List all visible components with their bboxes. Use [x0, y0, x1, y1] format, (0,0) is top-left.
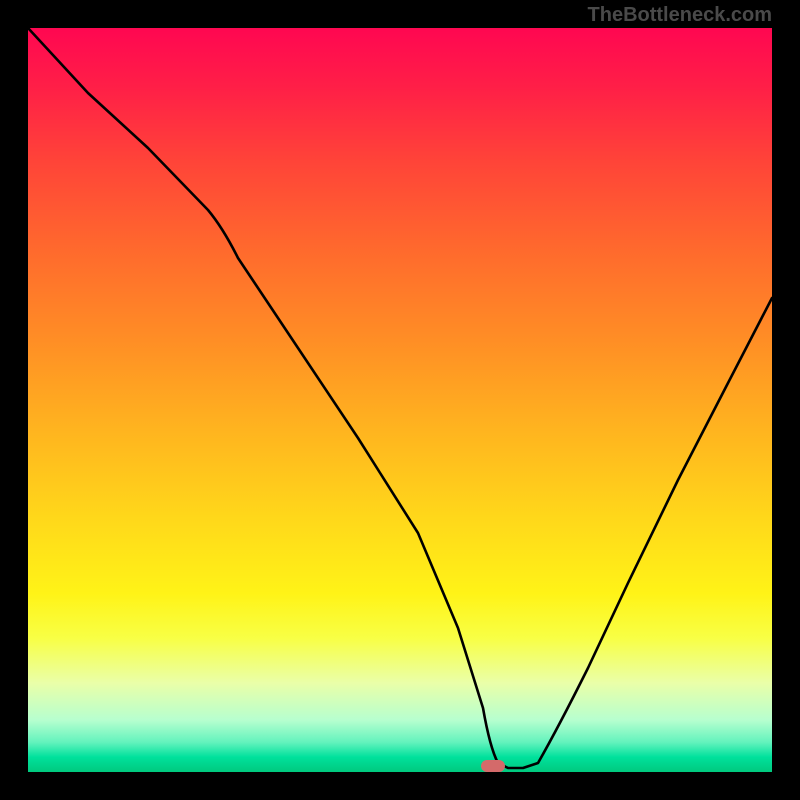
curve-layer — [28, 28, 772, 772]
attribution-text: TheBottleneck.com — [588, 4, 772, 27]
plot-area — [28, 28, 772, 772]
bottleneck-curve — [28, 28, 772, 768]
chart-container: TheBottleneck.com — [0, 0, 800, 800]
optimal-point-marker — [481, 760, 505, 772]
